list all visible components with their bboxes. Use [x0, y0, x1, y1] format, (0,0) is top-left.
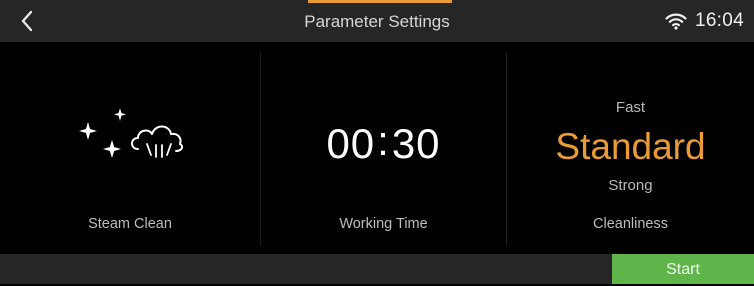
cleanliness-option-fast[interactable]: Fast: [507, 99, 754, 116]
page-title: Parameter Settings: [304, 12, 450, 31]
start-button[interactable]: Start: [612, 254, 754, 284]
wifi-icon: [665, 13, 687, 30]
working-time-panel[interactable]: 00:30 Working Time: [261, 42, 506, 254]
time-separator: :: [377, 117, 390, 164]
settings-panels: Steam Clean 00:30 Working Time Fast Stan…: [0, 42, 754, 254]
working-time-label: Working Time: [339, 216, 428, 232]
cleanliness-option-standard[interactable]: Standard: [507, 126, 754, 168]
working-time-value[interactable]: 00:30: [261, 117, 506, 168]
cleanliness-label: Cleanliness: [593, 216, 668, 232]
cleanliness-option-strong[interactable]: Strong: [507, 177, 754, 194]
status-time: 16:04: [694, 10, 744, 31]
mode-panel[interactable]: Steam Clean: [0, 42, 260, 254]
time-minutes: 00: [326, 120, 376, 167]
mode-label: Steam Clean: [88, 216, 172, 232]
chevron-left-icon: [21, 10, 33, 32]
back-button[interactable]: [14, 6, 40, 36]
bottom-bar: Start: [0, 254, 754, 284]
top-bar: Parameter Settings 16:04: [0, 0, 754, 42]
cleanliness-panel[interactable]: Fast Standard Strong Cleanliness: [507, 42, 754, 254]
title-accent-line: [308, 0, 452, 3]
time-seconds: 30: [391, 120, 441, 167]
status-area: 16:04: [665, 0, 744, 42]
steam-clean-icon: [79, 108, 184, 158]
